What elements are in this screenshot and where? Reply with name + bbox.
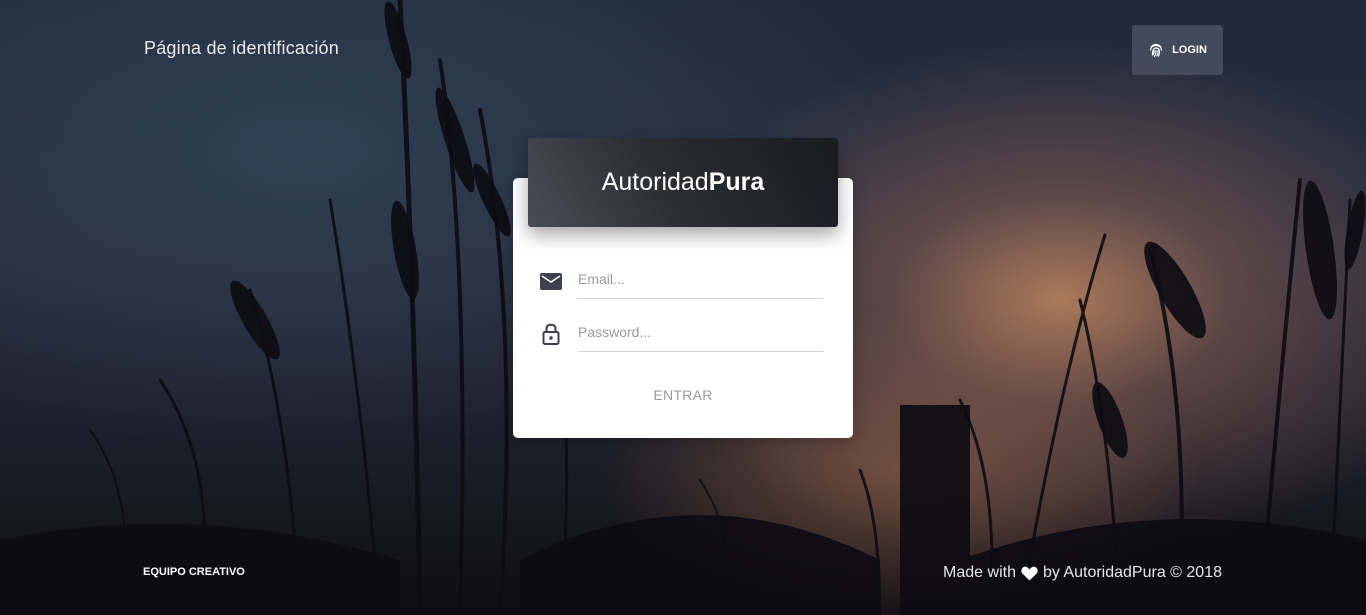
password-input[interactable]	[578, 313, 823, 352]
brand-name-light: Autoridad	[601, 168, 709, 196]
login-button[interactable]: LOGIN	[1132, 25, 1223, 75]
login-button-label: LOGIN	[1172, 44, 1207, 56]
email-field-group	[538, 260, 823, 300]
login-page: Página de identificación LOGIN Autoridad…	[0, 0, 1366, 615]
team-link[interactable]: EQUIPO CREATIVO	[143, 566, 245, 578]
credit-text: by AutoridadPura © 2018	[1042, 564, 1222, 581]
lock-icon	[538, 321, 564, 347]
fingerprint-icon	[1148, 42, 1164, 58]
mail-icon	[538, 268, 564, 294]
submit-button[interactable]: ENTRAR	[633, 380, 733, 410]
footer-credit: Made with by AutoridadPura © 2018	[943, 564, 1222, 582]
made-with-text: Made with	[943, 564, 1016, 581]
brand-name-bold: Pura	[708, 168, 765, 196]
email-input[interactable]	[578, 260, 823, 299]
heart-icon	[1021, 566, 1038, 581]
card-brand-header: Autoridad Pura	[528, 138, 838, 227]
password-field-group	[538, 313, 823, 353]
page-title: Página de identificación	[144, 38, 339, 58]
